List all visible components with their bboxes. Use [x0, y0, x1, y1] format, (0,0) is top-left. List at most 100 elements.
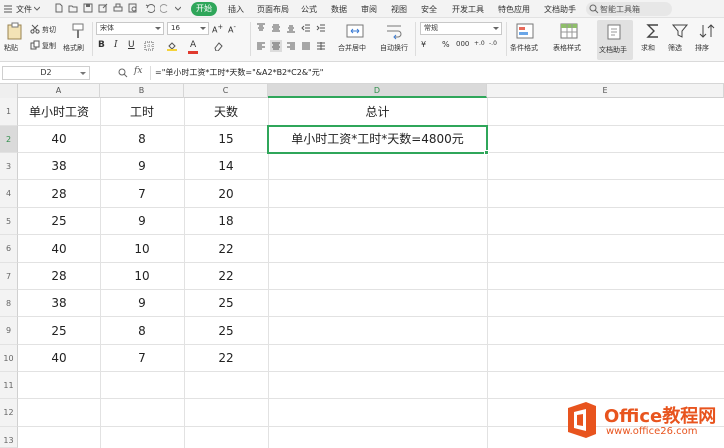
tab-insert[interactable]: 插入: [228, 4, 244, 15]
decrease-decimal-icon[interactable]: -.0: [489, 40, 497, 47]
thousands-icon[interactable]: 000: [456, 40, 469, 48]
distributed-align-icon[interactable]: [316, 41, 326, 51]
copy-label[interactable]: 复制: [42, 41, 56, 51]
table-cell[interactable]: 7: [100, 180, 184, 208]
table-cell[interactable]: 22: [184, 263, 268, 290]
conditional-format-label[interactable]: 条件格式: [510, 43, 538, 53]
doc-assistant-button[interactable]: 文档助手: [597, 20, 633, 60]
table-cell[interactable]: 28: [18, 180, 100, 208]
cell-c1[interactable]: 天数: [184, 98, 268, 126]
font-name-select[interactable]: 宋体: [96, 22, 164, 35]
table-cell[interactable]: 40: [18, 235, 100, 263]
row-header[interactable]: 10: [0, 345, 18, 372]
table-cell[interactable]: 25: [184, 290, 268, 317]
merge-center-label[interactable]: 合并居中: [338, 43, 366, 53]
underline-icon[interactable]: U: [128, 40, 135, 50]
align-center-icon[interactable]: [270, 40, 282, 52]
cut-icon[interactable]: [30, 24, 40, 34]
zoom-icon[interactable]: [118, 68, 128, 78]
increase-decimal-icon[interactable]: +.0: [474, 40, 485, 47]
print-preview-icon[interactable]: [128, 3, 138, 13]
bold-icon[interactable]: B: [98, 40, 105, 50]
conditional-format-icon[interactable]: [515, 22, 535, 40]
wrap-text-label[interactable]: 自动换行: [380, 43, 408, 53]
copy-icon[interactable]: [30, 40, 40, 50]
indent-increase-icon[interactable]: [316, 23, 326, 33]
row-header[interactable]: 11: [0, 372, 18, 399]
spreadsheet-grid[interactable]: A B C D E 1 2 3 4 5 6 7 8 9 10 11 12 13 …: [0, 84, 724, 448]
row-header[interactable]: 1: [0, 98, 18, 126]
align-bottom-icon[interactable]: [286, 23, 296, 33]
sort-label[interactable]: 排序: [695, 43, 709, 53]
row-header[interactable]: 7: [0, 263, 18, 290]
table-cell[interactable]: 14: [184, 153, 268, 180]
table-cell[interactable]: 25: [18, 317, 100, 345]
table-cell[interactable]: 22: [184, 235, 268, 263]
chevron-down-icon[interactable]: [175, 6, 181, 12]
table-style-icon[interactable]: [559, 22, 579, 40]
sort-icon[interactable]: [697, 22, 717, 40]
row-header[interactable]: 4: [0, 180, 18, 208]
column-header-c[interactable]: C: [184, 84, 268, 98]
justify-icon[interactable]: [301, 41, 311, 51]
table-cell[interactable]: 28: [18, 263, 100, 290]
sum-label[interactable]: 求和: [641, 43, 655, 53]
row-header[interactable]: 8: [0, 290, 18, 317]
font-color-icon[interactable]: A: [190, 40, 196, 50]
row-header[interactable]: 6: [0, 235, 18, 263]
column-header-b[interactable]: B: [100, 84, 184, 98]
formula-input[interactable]: ="单小时工资*工时*天数="&A2*B2*C2&"元": [150, 66, 722, 80]
currency-icon[interactable]: ¥: [421, 40, 426, 49]
table-style-label[interactable]: 表格样式: [553, 43, 581, 53]
new-file-icon[interactable]: [54, 3, 64, 13]
tab-start[interactable]: 开始: [191, 2, 217, 16]
align-left-icon[interactable]: [256, 41, 266, 51]
table-cell[interactable]: 9: [100, 290, 184, 317]
tab-special-apps[interactable]: 特色应用: [498, 4, 530, 15]
table-cell[interactable]: 38: [18, 153, 100, 180]
smart-toolbox-search[interactable]: 智能工具箱: [586, 2, 672, 16]
table-cell[interactable]: 9: [100, 208, 184, 235]
border-icon[interactable]: [144, 41, 154, 51]
open-folder-icon[interactable]: [68, 3, 78, 13]
row-header[interactable]: 5: [0, 208, 18, 235]
increase-font-icon[interactable]: A+: [212, 23, 223, 35]
indent-decrease-icon[interactable]: [301, 23, 311, 33]
select-all-corner[interactable]: [0, 84, 18, 98]
align-middle-icon[interactable]: [271, 23, 281, 33]
tab-view[interactable]: 视图: [391, 4, 407, 15]
table-cell[interactable]: 10: [100, 235, 184, 263]
percent-icon[interactable]: %: [442, 40, 450, 49]
table-cell[interactable]: 15: [184, 126, 268, 153]
wrap-text-icon[interactable]: [384, 22, 404, 40]
fill-handle[interactable]: [484, 150, 489, 155]
table-cell[interactable]: 18: [184, 208, 268, 235]
align-right-icon[interactable]: [286, 41, 296, 51]
column-header-a[interactable]: A: [18, 84, 100, 98]
align-top-icon[interactable]: [256, 23, 266, 33]
tab-page-layout[interactable]: 页面布局: [257, 4, 289, 15]
tab-review[interactable]: 审阅: [361, 4, 377, 15]
row-header[interactable]: 2: [0, 126, 18, 153]
export-icon[interactable]: [98, 3, 108, 13]
row-header[interactable]: 3: [0, 153, 18, 180]
table-cell[interactable]: 38: [18, 290, 100, 317]
table-cell[interactable]: 8: [100, 317, 184, 345]
table-cell[interactable]: 25: [18, 208, 100, 235]
paste-label[interactable]: 粘贴: [4, 43, 18, 53]
clear-format-icon[interactable]: [213, 41, 223, 51]
number-format-select[interactable]: 常规: [420, 22, 502, 35]
table-cell[interactable]: 8: [100, 126, 184, 153]
print-icon[interactable]: [113, 3, 123, 13]
format-painter-icon[interactable]: [68, 22, 88, 40]
save-icon[interactable]: [83, 3, 93, 13]
table-cell[interactable]: 40: [18, 345, 100, 372]
format-painter-label[interactable]: 格式刷: [63, 43, 84, 53]
cell-a1[interactable]: 单小时工资: [18, 98, 100, 126]
table-cell[interactable]: 9: [100, 153, 184, 180]
tab-formulas[interactable]: 公式: [301, 4, 317, 15]
cut-label[interactable]: 剪切: [42, 25, 56, 35]
paste-icon[interactable]: [5, 22, 25, 40]
fill-color-icon[interactable]: [167, 41, 177, 51]
cell-d1[interactable]: 总计: [268, 98, 487, 126]
